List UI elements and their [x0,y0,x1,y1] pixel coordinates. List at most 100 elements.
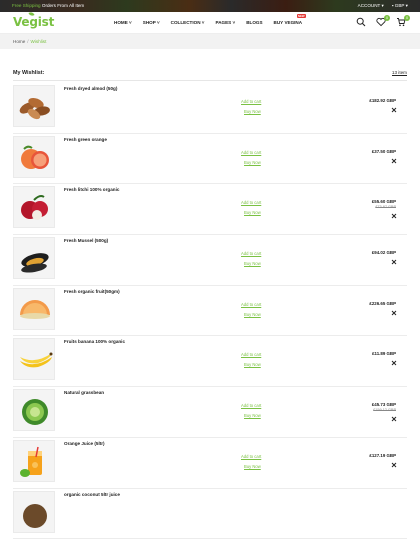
add-to-cart-link[interactable]: Add to cart [241,352,261,357]
wishlist-row: Fresh litchi 100% organic Add to cart Buy … [13,184,407,235]
buy-now-link[interactable]: Buy Now [244,261,261,266]
remove-item-icon[interactable] [391,213,397,219]
product-name[interactable]: Natural grassbean [64,390,104,395]
product-price: £37.50 GBP [372,149,396,154]
buy-now-link[interactable]: Buy Now [244,160,261,165]
wishlist-list: Fresh dryed almod (50g) Add to cart Buy No… [13,83,407,539]
remove-item-icon[interactable] [391,107,397,113]
product-image-melon[interactable] [13,288,55,330]
breadcrumb: Home/Wishlist [0,34,420,49]
wishlist-row: Natural grassbean Add to cart Buy Now £45.7… [13,387,407,438]
add-to-cart-link[interactable]: Add to cart [241,251,261,256]
product-image-cabbage[interactable] [13,389,55,431]
flag-icon: ▪ [392,3,394,8]
remove-item-icon[interactable] [391,310,397,316]
promo-text: Free Shipping Orders From All Item [12,3,84,8]
breadcrumb-home[interactable]: Home [13,39,25,44]
cart-count-badge: 0 [404,15,410,21]
nav-item-blogs[interactable]: BLOGS [246,20,262,25]
nav-item-collection[interactable]: COLLECTION ˅ [171,20,205,25]
product-name[interactable]: Fresh Mussel (500g) [64,238,108,243]
wishlist-row: Orange Juice (5ltr) Add to cart Buy Now £12… [13,438,407,489]
product-image-coconut[interactable] [13,491,55,533]
wishlist-icon[interactable]: 0 [376,17,386,27]
add-to-cart-link[interactable]: Add to cart [241,454,261,459]
account-menu[interactable]: ACCOUNT ▾ [358,3,384,9]
product-price: £226.65 GBP [369,301,396,306]
product-price: £182.92 GBP [369,98,396,103]
product-price: £45.73 GBP [372,402,396,407]
product-old-price: £159.12 GBP [373,408,396,412]
wishlist-row: organic coconut 5ltr juice [13,489,407,539]
nav-item-shop[interactable]: SHOP ˅ [143,20,160,25]
product-name[interactable]: organic coconut 5ltr juice [64,492,120,497]
nav-item-label: BUY VEGINA [274,20,303,25]
add-to-cart-link[interactable]: Add to cart [241,302,261,307]
product-image-mussel[interactable] [13,237,55,279]
search-icon[interactable] [356,17,366,27]
product-name[interactable]: Fresh litchi 100% organic [64,187,119,192]
wishlist-row: Fruits banana 100% organic Add to cart Buy… [13,336,407,387]
breadcrumb-current: Wishlist [31,39,47,44]
nav-item-label: PAGES [215,20,231,25]
wishlist-row: Fresh dryed almod (50g) Add to cart Buy No… [13,83,407,134]
nav-item-label: COLLECTION [171,20,201,25]
product-price: £55.60 GBP [372,199,396,204]
nav-item-home[interactable]: HOME ˅ [114,20,132,25]
cart-icon[interactable]: 0 [396,17,406,27]
product-old-price: £73.87 GBP [375,205,396,209]
chevron-down-icon: ˅ [231,20,235,25]
product-image-orange[interactable] [13,136,55,178]
product-price: £11.89 GBP [372,351,396,356]
wishlist-row: Fresh organic fruit(50gm) Add to cart Buy … [13,286,407,337]
remove-item-icon[interactable] [391,259,397,265]
site-logo[interactable]: Vegist [13,15,54,29]
nav-item-pages[interactable]: PAGES ˅ [215,20,235,25]
remove-item-icon[interactable] [391,158,397,164]
currency-label: GBP [395,3,405,8]
product-image-almond[interactable] [13,85,55,127]
promo-rest: Orders From All Item [42,3,84,8]
wishlist-count: 13 item [392,70,407,76]
remove-item-icon[interactable] [391,462,397,468]
product-name[interactable]: Orange Juice (5ltr) [64,441,105,446]
add-to-cart-link[interactable]: Add to cart [241,150,261,155]
nav-item-label: HOME [114,20,128,25]
buy-now-link[interactable]: Buy Now [244,109,261,114]
buy-now-link[interactable]: Buy Now [244,464,261,469]
product-image-litchi[interactable] [13,186,55,228]
chevron-down-icon: ˅ [156,20,160,25]
remove-item-icon[interactable] [391,360,397,366]
add-to-cart-link[interactable]: Add to cart [241,200,261,205]
buy-now-link[interactable]: Buy Now [244,362,261,367]
nav-item-label: SHOP [143,20,156,25]
wishlist-count-badge: 0 [384,15,390,21]
remove-item-icon[interactable] [391,416,397,422]
site-header: Vegist HOME ˅SHOP ˅COLLECTION ˅PAGES ˅BL… [0,12,420,34]
wishlist-title: My Wishlist: [13,70,44,76]
nav-item-label: BLOGS [246,20,262,25]
buy-now-link[interactable]: Buy Now [244,312,261,317]
nav-item-buy-vegina[interactable]: BUY VEGINANEW [274,20,303,25]
buy-now-link[interactable]: Buy Now [244,413,261,418]
top-promo-bar: Free Shipping Orders From All Item ACCOU… [0,0,420,12]
buy-now-link[interactable]: Buy Now [244,210,261,215]
wishlist-row: Fresh green orange Add to cart Buy Now £37.… [13,134,407,185]
main-nav: HOME ˅SHOP ˅COLLECTION ˅PAGES ˅BLOGSBUY … [114,20,302,25]
add-to-cart-link[interactable]: Add to cart [241,99,261,104]
product-image-juice[interactable] [13,440,55,482]
product-name[interactable]: Fresh dryed almod (50g) [64,86,117,91]
product-name[interactable]: Fruits banana 100% organic [64,339,125,344]
breadcrumb-separator: / [27,39,28,44]
product-name[interactable]: Fresh organic fruit(50gm) [64,289,120,294]
add-to-cart-link[interactable]: Add to cart [241,403,261,408]
wishlist-row: Fresh Mussel (500g)Add to cartBuy Now£94… [13,235,407,286]
account-label: ACCOUNT [358,3,381,8]
product-image-banana[interactable] [13,338,55,380]
product-name[interactable]: Fresh green orange [64,137,107,142]
new-badge: NEW [297,14,307,18]
product-price: £127.19 GBP [369,453,396,458]
currency-selector[interactable]: ▪ GBP ▾ [392,3,408,9]
divider [13,80,407,81]
chevron-down-icon: ˅ [201,20,205,25]
